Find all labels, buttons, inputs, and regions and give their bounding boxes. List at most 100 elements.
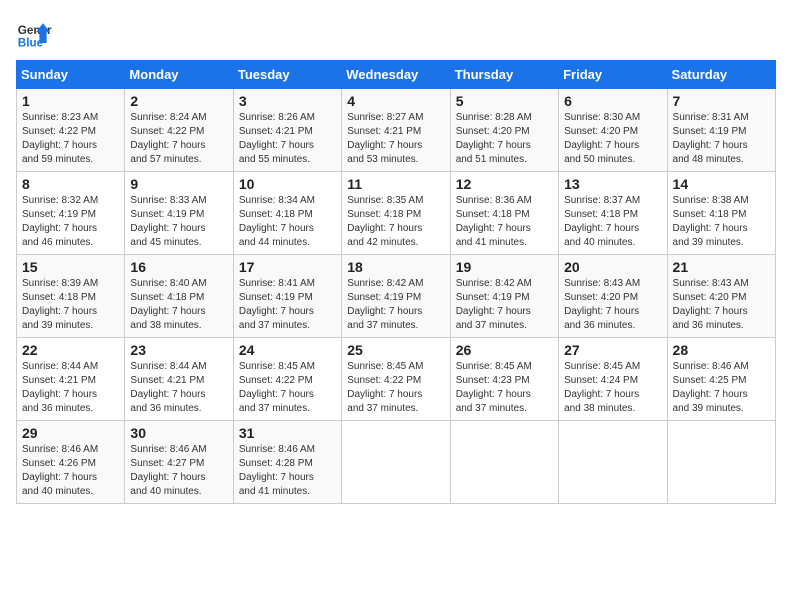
- logo-icon: General Blue: [16, 16, 52, 52]
- calendar-day-6: 6 Sunrise: 8:30 AMSunset: 4:20 PMDaylight…: [559, 89, 667, 172]
- day-number: 11: [347, 176, 444, 192]
- calendar-day-27: 27 Sunrise: 8:45 AMSunset: 4:24 PMDayligh…: [559, 338, 667, 421]
- day-info: Sunrise: 8:38 AMSunset: 4:18 PMDaylight:…: [673, 194, 770, 250]
- calendar-header-row: SundayMondayTuesdayWednesdayThursdayFrid…: [17, 61, 776, 89]
- calendar-day-22: 22 Sunrise: 8:44 AMSunset: 4:21 PMDayligh…: [17, 338, 125, 421]
- day-number: 29: [22, 425, 119, 441]
- day-info: Sunrise: 8:39 AMSunset: 4:18 PMDaylight:…: [22, 277, 119, 333]
- day-number: 28: [673, 342, 770, 358]
- day-number: 21: [673, 259, 770, 275]
- calendar-day-25: 25 Sunrise: 8:45 AMSunset: 4:22 PMDayligh…: [342, 338, 450, 421]
- day-number: 12: [456, 176, 553, 192]
- day-number: 16: [130, 259, 227, 275]
- calendar-day-12: 12 Sunrise: 8:36 AMSunset: 4:18 PMDayligh…: [450, 172, 558, 255]
- day-info: Sunrise: 8:23 AMSunset: 4:22 PMDaylight:…: [22, 111, 119, 167]
- day-number: 10: [239, 176, 336, 192]
- calendar-day-18: 18 Sunrise: 8:42 AMSunset: 4:19 PMDayligh…: [342, 255, 450, 338]
- empty-cell: [450, 421, 558, 504]
- calendar-day-4: 4 Sunrise: 8:27 AMSunset: 4:21 PMDaylight…: [342, 89, 450, 172]
- day-info: Sunrise: 8:26 AMSunset: 4:21 PMDaylight:…: [239, 111, 336, 167]
- logo: General Blue: [16, 16, 52, 52]
- calendar-day-19: 19 Sunrise: 8:42 AMSunset: 4:19 PMDayligh…: [450, 255, 558, 338]
- day-info: Sunrise: 8:43 AMSunset: 4:20 PMDaylight:…: [673, 277, 770, 333]
- header-saturday: Saturday: [667, 61, 775, 89]
- header-monday: Monday: [125, 61, 233, 89]
- day-number: 30: [130, 425, 227, 441]
- day-number: 7: [673, 93, 770, 109]
- calendar-day-2: 2Sunrise: 8:24 AMSunset: 4:22 PMDaylight…: [125, 89, 233, 172]
- day-number: 31: [239, 425, 336, 441]
- day-number: 3: [239, 93, 336, 109]
- day-info: Sunrise: 8:46 AMSunset: 4:28 PMDaylight:…: [239, 443, 336, 499]
- calendar-day-30: 30 Sunrise: 8:46 AMSunset: 4:27 PMDayligh…: [125, 421, 233, 504]
- day-info: Sunrise: 8:31 AMSunset: 4:19 PMDaylight:…: [673, 111, 770, 167]
- calendar-week-1: 1 Sunrise: 8:23 AMSunset: 4:22 PMDaylight…: [17, 89, 776, 172]
- day-number: 1: [22, 93, 119, 109]
- day-info: Sunrise: 8:45 AMSunset: 4:24 PMDaylight:…: [564, 360, 661, 416]
- calendar-day-16: 16 Sunrise: 8:40 AMSunset: 4:18 PMDayligh…: [125, 255, 233, 338]
- page-header: General Blue: [16, 16, 776, 52]
- day-info: Sunrise: 8:46 AMSunset: 4:27 PMDaylight:…: [130, 443, 227, 499]
- calendar-day-28: 28 Sunrise: 8:46 AMSunset: 4:25 PMDayligh…: [667, 338, 775, 421]
- day-info: Sunrise: 8:43 AMSunset: 4:20 PMDaylight:…: [564, 277, 661, 333]
- day-number: 22: [22, 342, 119, 358]
- empty-cell: [559, 421, 667, 504]
- day-number: 23: [130, 342, 227, 358]
- day-info: Sunrise: 8:44 AMSunset: 4:21 PMDaylight:…: [130, 360, 227, 416]
- calendar-week-4: 22 Sunrise: 8:44 AMSunset: 4:21 PMDayligh…: [17, 338, 776, 421]
- calendar-day-11: 11 Sunrise: 8:35 AMSunset: 4:18 PMDayligh…: [342, 172, 450, 255]
- calendar-day-8: 8Sunrise: 8:32 AMSunset: 4:19 PMDaylight…: [17, 172, 125, 255]
- calendar-day-9: 9 Sunrise: 8:33 AMSunset: 4:19 PMDaylight…: [125, 172, 233, 255]
- day-info: Sunrise: 8:37 AMSunset: 4:18 PMDaylight:…: [564, 194, 661, 250]
- day-info: Sunrise: 8:36 AMSunset: 4:18 PMDaylight:…: [456, 194, 553, 250]
- header-friday: Friday: [559, 61, 667, 89]
- day-number: 9: [130, 176, 227, 192]
- calendar-day-31: 31 Sunrise: 8:46 AMSunset: 4:28 PMDayligh…: [233, 421, 341, 504]
- header-sunday: Sunday: [17, 61, 125, 89]
- day-number: 5: [456, 93, 553, 109]
- day-info: Sunrise: 8:40 AMSunset: 4:18 PMDaylight:…: [130, 277, 227, 333]
- day-info: Sunrise: 8:28 AMSunset: 4:20 PMDaylight:…: [456, 111, 553, 167]
- day-number: 13: [564, 176, 661, 192]
- day-info: Sunrise: 8:42 AMSunset: 4:19 PMDaylight:…: [456, 277, 553, 333]
- calendar-table: SundayMondayTuesdayWednesdayThursdayFrid…: [16, 60, 776, 504]
- calendar-day-1: 1 Sunrise: 8:23 AMSunset: 4:22 PMDaylight…: [17, 89, 125, 172]
- day-info: Sunrise: 8:33 AMSunset: 4:19 PMDaylight:…: [130, 194, 227, 250]
- day-info: Sunrise: 8:44 AMSunset: 4:21 PMDaylight:…: [22, 360, 119, 416]
- empty-cell: [667, 421, 775, 504]
- calendar-day-24: 24Sunrise: 8:45 AMSunset: 4:22 PMDayligh…: [233, 338, 341, 421]
- day-info: Sunrise: 8:42 AMSunset: 4:19 PMDaylight:…: [347, 277, 444, 333]
- calendar-day-20: 20 Sunrise: 8:43 AMSunset: 4:20 PMDayligh…: [559, 255, 667, 338]
- day-number: 18: [347, 259, 444, 275]
- day-info: Sunrise: 8:32 AMSunset: 4:19 PMDaylight:…: [22, 194, 119, 250]
- header-tuesday: Tuesday: [233, 61, 341, 89]
- calendar-day-26: 26Sunrise: 8:45 AMSunset: 4:23 PMDayligh…: [450, 338, 558, 421]
- calendar-day-13: 13 Sunrise: 8:37 AMSunset: 4:18 PMDayligh…: [559, 172, 667, 255]
- calendar-week-5: 29 Sunrise: 8:46 AMSunset: 4:26 PMDayligh…: [17, 421, 776, 504]
- day-info: Sunrise: 8:35 AMSunset: 4:18 PMDaylight:…: [347, 194, 444, 250]
- calendar-day-3: 3 Sunrise: 8:26 AMSunset: 4:21 PMDaylight…: [233, 89, 341, 172]
- day-info: Sunrise: 8:24 AMSunset: 4:22 PMDaylight:…: [130, 111, 227, 167]
- day-info: Sunrise: 8:45 AMSunset: 4:23 PMDaylight:…: [456, 360, 553, 416]
- calendar-day-17: 17Sunrise: 8:41 AMSunset: 4:19 PMDayligh…: [233, 255, 341, 338]
- day-number: 6: [564, 93, 661, 109]
- day-number: 20: [564, 259, 661, 275]
- day-info: Sunrise: 8:46 AMSunset: 4:26 PMDaylight:…: [22, 443, 119, 499]
- day-info: Sunrise: 8:30 AMSunset: 4:20 PMDaylight:…: [564, 111, 661, 167]
- calendar-day-21: 21 Sunrise: 8:43 AMSunset: 4:20 PMDayligh…: [667, 255, 775, 338]
- day-info: Sunrise: 8:45 AMSunset: 4:22 PMDaylight:…: [239, 360, 336, 416]
- header-wednesday: Wednesday: [342, 61, 450, 89]
- day-number: 27: [564, 342, 661, 358]
- calendar-day-5: 5 Sunrise: 8:28 AMSunset: 4:20 PMDaylight…: [450, 89, 558, 172]
- calendar-day-15: 15 Sunrise: 8:39 AMSunset: 4:18 PMDayligh…: [17, 255, 125, 338]
- day-number: 25: [347, 342, 444, 358]
- day-info: Sunrise: 8:45 AMSunset: 4:22 PMDaylight:…: [347, 360, 444, 416]
- day-info: Sunrise: 8:46 AMSunset: 4:25 PMDaylight:…: [673, 360, 770, 416]
- calendar-week-3: 15 Sunrise: 8:39 AMSunset: 4:18 PMDayligh…: [17, 255, 776, 338]
- day-number: 15: [22, 259, 119, 275]
- calendar-day-29: 29 Sunrise: 8:46 AMSunset: 4:26 PMDayligh…: [17, 421, 125, 504]
- day-number: 4: [347, 93, 444, 109]
- day-info: Sunrise: 8:27 AMSunset: 4:21 PMDaylight:…: [347, 111, 444, 167]
- calendar-day-14: 14Sunrise: 8:38 AMSunset: 4:18 PMDayligh…: [667, 172, 775, 255]
- day-number: 19: [456, 259, 553, 275]
